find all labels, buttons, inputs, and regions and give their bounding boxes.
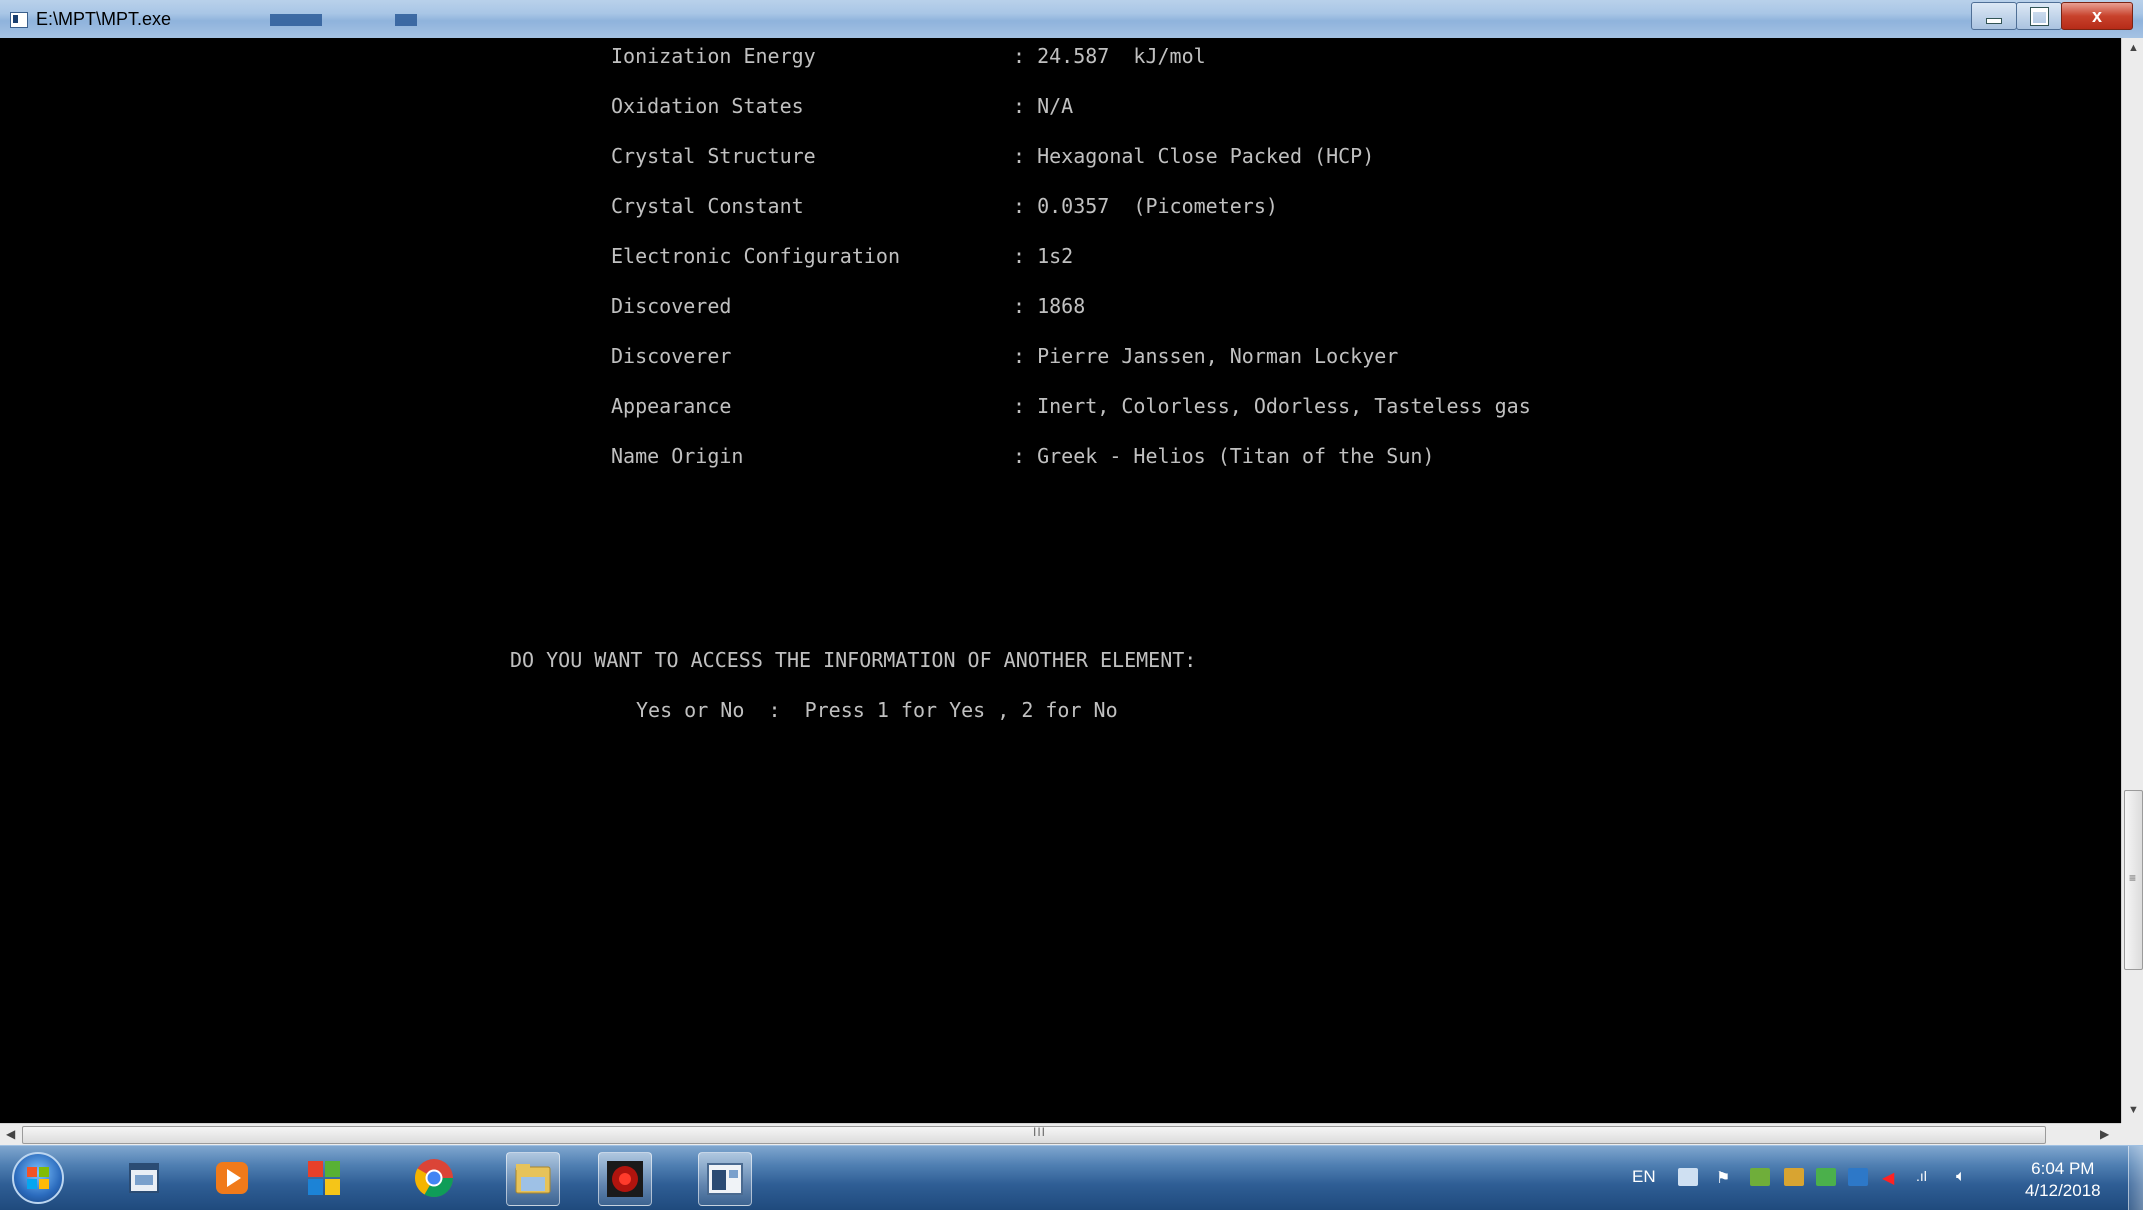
scroll-up-arrow-icon[interactable]: ▲ (2128, 42, 2139, 54)
system-tray: EN ⚑ ◀ .ıl 🔈︎ 6:04 PM 4/12/2018 (1620, 1146, 2140, 1210)
console-window-icon (707, 1163, 743, 1195)
horizontal-scrollbar[interactable]: ◀ III ▶ (0, 1123, 2121, 1146)
taskbar-app-windows[interactable] (298, 1152, 350, 1204)
start-button[interactable] (12, 1152, 64, 1204)
titlebar-glass-highlight (270, 14, 322, 26)
taskbar-app-file-explorer[interactable] (506, 1152, 560, 1206)
scroll-right-arrow-icon[interactable]: ▶ (2100, 1127, 2109, 1141)
taskbar-app-chrome[interactable] (408, 1152, 460, 1204)
property-label: Electronic Configuration (611, 244, 900, 268)
network-signal-icon[interactable]: .ıl (1916, 1168, 1942, 1186)
windows-flag-icon (308, 1161, 340, 1195)
volume-icon[interactable]: 🔈︎ (1956, 1168, 1976, 1186)
scroll-left-arrow-icon[interactable]: ◀ (6, 1127, 15, 1141)
windows-logo-icon (27, 1167, 49, 1189)
taskbar-app-red[interactable] (598, 1152, 652, 1206)
prompt-options: Yes or No : Press 1 for Yes , 2 for No (636, 698, 1118, 722)
clock-date: 4/12/2018 (2025, 1181, 2101, 1200)
clock[interactable]: 6:04 PM 4/12/2018 (2025, 1158, 2101, 1202)
property-label: Ionization Energy (611, 44, 816, 68)
taskbar-app-media-player[interactable] (206, 1152, 258, 1204)
taskbar: EN ⚑ ◀ .ıl 🔈︎ 6:04 PM 4/12/2018 (0, 1145, 2143, 1210)
show-desktop-button[interactable] (2128, 1146, 2143, 1210)
vertical-scroll-thumb[interactable]: ≡ (2124, 790, 2143, 970)
clock-time: 6:04 PM (2031, 1159, 2095, 1178)
window-controls: x (1971, 2, 2133, 30)
maximize-button[interactable] (2016, 2, 2062, 30)
explorer-window-icon (129, 1163, 159, 1193)
flag-tray-icon[interactable]: ⚑ (1716, 1168, 1736, 1187)
update-tray-icon[interactable] (1750, 1168, 1770, 1186)
sync-tray-icon[interactable] (1816, 1168, 1836, 1186)
media-player-icon (216, 1162, 248, 1194)
security-tray-icon[interactable] (1784, 1168, 1804, 1186)
language-indicator[interactable]: EN (1632, 1167, 1656, 1187)
prompt-question: DO YOU WANT TO ACCESS THE INFORMATION OF… (510, 648, 1197, 672)
window-title: E:\MPT\MPT.exe (36, 9, 172, 29)
taskbar-app-console[interactable] (698, 1152, 752, 1206)
app-red-circle-icon (607, 1161, 643, 1197)
property-value: : 0.0357 (Picometers) (1013, 194, 1278, 218)
taskbar-app-explorer[interactable] (118, 1152, 170, 1204)
alert-speaker-tray-icon[interactable]: ◀ (1882, 1168, 1902, 1187)
property-value: : 24.587 kJ/mol (1013, 44, 1206, 68)
property-value: : Inert, Colorless, Odorless, Tasteless … (1013, 394, 1531, 418)
console-app-icon[interactable] (10, 12, 28, 28)
horizontal-scroll-thumb[interactable]: III (22, 1125, 2046, 1144)
console-output[interactable]: Ionization Energy : 24.587 kJ/mol Oxidat… (0, 38, 2121, 1123)
scrollbar-corner (2121, 1123, 2143, 1145)
property-value: : Greek - Helios (Titan of the Sun) (1013, 444, 1435, 468)
vertical-scrollbar[interactable]: ▲ ≡ ▼ (2121, 38, 2143, 1123)
property-label: Oxidation States (611, 94, 804, 118)
window-title-bar[interactable]: E:\MPT\MPT.exe x (0, 0, 2143, 39)
folder-icon (515, 1164, 551, 1194)
property-value: : Pierre Janssen, Norman Lockyer (1013, 344, 1399, 368)
property-label: Crystal Constant (611, 194, 804, 218)
property-value: : N/A (1013, 94, 1074, 118)
property-label: Name Origin (611, 444, 744, 468)
property-label: Crystal Structure (611, 144, 816, 168)
property-value: : 1868 (1013, 294, 1086, 318)
scroll-down-arrow-icon[interactable]: ▼ (2128, 1104, 2139, 1116)
minimize-icon (1986, 18, 2002, 24)
minimize-button[interactable] (1971, 2, 2017, 30)
titlebar-glass-highlight (395, 14, 417, 26)
property-value: : 1s2 (1013, 244, 1074, 268)
horizontal-grip-icon: III (1033, 1125, 1047, 1139)
property-label: Discoverer (611, 344, 732, 368)
monitor-tray-icon[interactable] (1848, 1168, 1868, 1186)
vertical-grip-icon: ≡ (2129, 871, 2137, 885)
property-label: Discovered (611, 294, 732, 318)
calendar-tray-icon[interactable] (1678, 1168, 1698, 1186)
property-label: Appearance (611, 394, 732, 418)
chrome-icon (414, 1159, 454, 1198)
close-icon: x (2091, 5, 2102, 26)
maximize-icon (2030, 7, 2048, 25)
close-button[interactable]: x (2061, 2, 2133, 30)
property-value: : Hexagonal Close Packed (HCP) (1013, 144, 1375, 168)
